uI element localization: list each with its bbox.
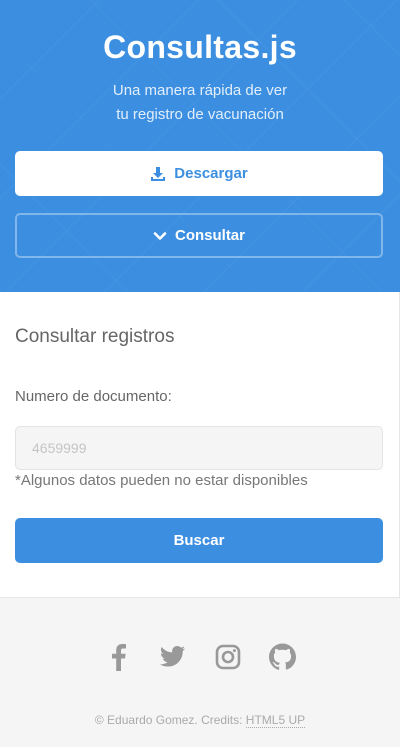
section-heading: Consultar registros <box>15 326 175 347</box>
tagline: Una manera rápida de ver tu registro de … <box>0 79 400 127</box>
search-label: Buscar <box>173 532 225 549</box>
chevron-down-icon <box>153 229 167 243</box>
document-number-input[interactable] <box>15 426 383 470</box>
hero-banner: Consultas.js Una manera rápida de ver tu… <box>0 0 400 292</box>
copyright: © Eduardo Gomez. Credits: HTML5 UP <box>0 713 400 728</box>
twitter-icon[interactable] <box>159 642 186 672</box>
footer: © Eduardo Gomez. Credits: HTML5 UP <box>0 598 400 747</box>
tagline-line-1: Una manera rápida de ver <box>112 82 288 99</box>
download-icon <box>150 166 166 182</box>
copyright-text: © Eduardo Gomez. Credits: <box>94 713 246 727</box>
download-button[interactable]: Descargar <box>15 151 383 196</box>
app-title: Consultas.js <box>103 29 297 65</box>
credits-link[interactable]: HTML5 UP <box>245 713 306 728</box>
availability-note: *Algunos datos pueden no estar disponibl… <box>15 472 308 489</box>
tagline-line-2: tu registro de vacunación <box>116 106 284 123</box>
instagram-icon[interactable] <box>214 642 241 672</box>
download-label: Descargar <box>174 165 248 182</box>
github-icon[interactable] <box>269 642 296 672</box>
consult-section: Consultar registros Numero de documento:… <box>0 292 400 598</box>
document-label: Numero de documento: <box>15 388 172 405</box>
consult-button[interactable]: Consultar <box>15 213 383 258</box>
consult-label: Consultar <box>174 227 245 244</box>
facebook-icon[interactable] <box>104 642 131 672</box>
social-links <box>0 642 400 672</box>
search-button[interactable]: Buscar <box>15 518 383 563</box>
